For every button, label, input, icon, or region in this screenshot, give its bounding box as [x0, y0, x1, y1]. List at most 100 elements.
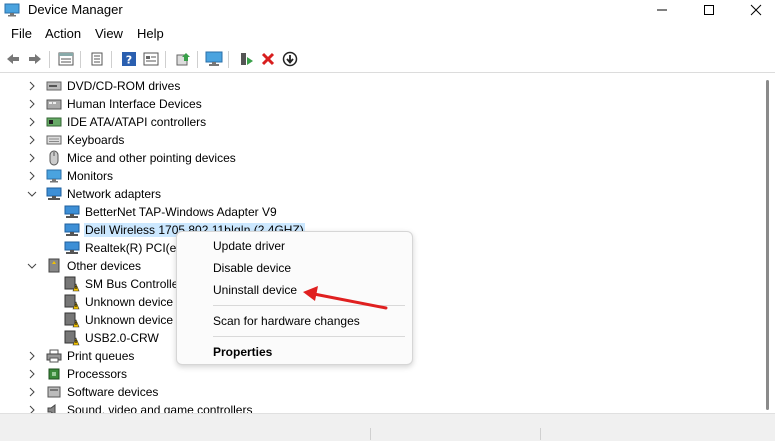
tree-label: Print queues	[67, 349, 135, 363]
menu-file[interactable]: File	[9, 26, 34, 41]
warning-device-icon	[64, 276, 80, 292]
tree-node-betternet[interactable]: BetterNet TAP-Windows Adapter V9	[64, 203, 278, 221]
tree-label: Human Interface Devices	[67, 97, 202, 111]
tree-node-network-adapters[interactable]: Network adapters	[27, 185, 162, 203]
menu-item-scan-hardware[interactable]: Scan for hardware changes	[213, 314, 360, 328]
chevron-down-icon[interactable]	[27, 189, 37, 199]
chevron-right-icon[interactable]	[27, 405, 37, 413]
warning-device-icon	[64, 330, 80, 346]
menu-item-disable-device[interactable]: Disable device	[213, 261, 291, 275]
tree-node-dvd[interactable]: DVD/CD-ROM drives	[27, 77, 181, 95]
chevron-right-icon[interactable]	[27, 171, 37, 181]
menu-action[interactable]: Action	[43, 26, 83, 41]
tree-node-software-devices[interactable]: Software devices	[27, 383, 159, 401]
scrollbar-thumb[interactable]	[766, 80, 769, 410]
mouse-icon	[46, 150, 62, 166]
toolbar-separator	[111, 51, 112, 68]
dvd-drive-icon	[46, 79, 62, 93]
menu-bar: File Action View Help	[0, 25, 775, 45]
menu-help[interactable]: Help	[135, 26, 166, 41]
tree-label: Unknown device	[85, 313, 174, 327]
annotation-arrow-icon	[303, 286, 388, 310]
chevron-right-icon[interactable]	[27, 351, 37, 361]
document-icon[interactable]	[88, 50, 106, 68]
tree-label: Mice and other pointing devices	[67, 151, 236, 165]
network-adapter-icon	[46, 187, 62, 201]
processor-icon	[46, 367, 62, 381]
disable-icon[interactable]	[281, 50, 299, 68]
tree-label: USB2.0-CRW	[85, 331, 159, 345]
tree-label: DVD/CD-ROM drives	[67, 79, 181, 93]
warning-device-icon	[64, 312, 80, 328]
tree-node-usb-crw[interactable]: USB2.0-CRW	[64, 329, 160, 347]
tree-label: Processors	[67, 367, 128, 381]
toolbar: ?	[0, 47, 775, 73]
tree-node-keyboards[interactable]: Keyboards	[27, 131, 125, 149]
ide-controller-icon	[46, 115, 62, 129]
tree-label: Realtek(R) PCI(e)	[85, 241, 181, 255]
tree-label: Sound, video and game controllers	[67, 403, 253, 413]
menu-item-uninstall-device[interactable]: Uninstall device	[213, 283, 297, 297]
tree-label: Keyboards	[67, 133, 125, 147]
hid-icon	[46, 97, 62, 111]
toolbar-separator	[197, 51, 198, 68]
printer-icon	[46, 349, 62, 363]
status-divider	[370, 428, 371, 440]
forward-icon[interactable]	[26, 50, 44, 68]
network-adapter-icon	[64, 205, 80, 219]
update-driver-icon[interactable]	[174, 50, 192, 68]
tree-node-other-devices[interactable]: Other devices	[27, 257, 142, 275]
properties-icon[interactable]	[57, 50, 75, 68]
tree-node-sound[interactable]: Sound, video and game controllers	[27, 401, 253, 413]
menu-item-properties[interactable]: Properties	[213, 345, 272, 359]
device-manager-icon	[4, 3, 20, 17]
menu-separator	[213, 336, 405, 337]
tree-node-mice[interactable]: Mice and other pointing devices	[27, 149, 237, 167]
tree-node-monitors[interactable]: Monitors	[27, 167, 114, 185]
chevron-right-icon[interactable]	[27, 387, 37, 397]
toolbar-separator	[49, 51, 50, 68]
tree-node-sm-bus[interactable]: SM Bus Controlle	[64, 275, 179, 293]
toolbar-separator	[228, 51, 229, 68]
other-devices-icon	[46, 258, 62, 273]
tree-node-print-queues[interactable]: Print queues	[27, 347, 135, 365]
chevron-right-icon[interactable]	[27, 153, 37, 163]
close-button[interactable]	[733, 0, 775, 20]
chevron-right-icon[interactable]	[27, 369, 37, 379]
tree-label: Unknown device	[85, 295, 174, 309]
status-divider	[540, 428, 541, 440]
warning-device-icon	[64, 294, 80, 310]
tree-node-unknown-device-2[interactable]: Unknown device	[64, 311, 174, 329]
chevron-down-icon[interactable]	[27, 261, 37, 271]
tree-label: Other devices	[67, 259, 142, 273]
tree-node-realtek[interactable]: Realtek(R) PCI(e)	[64, 239, 181, 257]
network-adapter-icon	[64, 223, 80, 237]
tree-label: Monitors	[67, 169, 114, 183]
chevron-right-icon[interactable]	[27, 117, 37, 127]
window-title: Device Manager	[28, 2, 123, 17]
tree-node-hid[interactable]: Human Interface Devices	[27, 95, 203, 113]
keyboard-icon	[46, 133, 62, 147]
status-bar	[0, 413, 775, 441]
menu-item-update-driver[interactable]: Update driver	[213, 239, 285, 253]
sound-icon	[46, 403, 62, 413]
uninstall-icon[interactable]	[259, 50, 277, 68]
minimize-button[interactable]	[639, 0, 685, 20]
scan-icon[interactable]	[205, 50, 223, 68]
software-device-icon	[46, 385, 62, 399]
maximize-button[interactable]	[686, 0, 732, 20]
enable-device-icon[interactable]	[237, 50, 255, 68]
help-icon[interactable]: ?	[120, 50, 138, 68]
menu-view[interactable]: View	[93, 26, 125, 41]
tree-label: SM Bus Controlle	[85, 277, 179, 291]
show-hidden-icon[interactable]	[142, 50, 160, 68]
chevron-right-icon[interactable]	[27, 81, 37, 91]
title-bar: Device Manager	[0, 0, 775, 22]
tree-node-processors[interactable]: Processors	[27, 365, 128, 383]
chevron-right-icon[interactable]	[27, 135, 37, 145]
tree-node-ide[interactable]: IDE ATA/ATAPI controllers	[27, 113, 207, 131]
back-icon[interactable]	[4, 50, 22, 68]
svg-text:?: ?	[126, 54, 132, 67]
chevron-right-icon[interactable]	[27, 99, 37, 109]
tree-node-unknown-device-1[interactable]: Unknown device	[64, 293, 174, 311]
